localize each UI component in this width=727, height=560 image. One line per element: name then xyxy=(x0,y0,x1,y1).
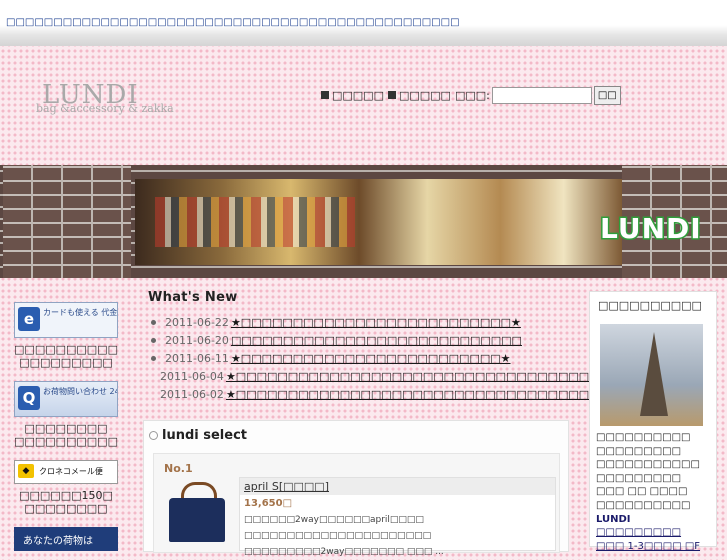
news-item: 2011-06-02 ★□□□□□□□□□□□□□□□□□□□□□□□□□□□□… xyxy=(151,385,641,403)
search-input[interactable] xyxy=(491,86,592,104)
news-item: 2011-06-04 ★□□□□□□□□□□□□□□□□□□□□□□□□□□□□… xyxy=(151,367,693,385)
header-nav: □□□□□ □□□□□ □□□: □□ xyxy=(321,85,621,105)
main-content: What's New 2011-06-22 ★□□□□□□□□□□□□□□□□□… xyxy=(143,290,693,557)
lundi-select-title: lundi select xyxy=(162,428,248,443)
bullet-icon xyxy=(151,319,156,325)
header-link-1[interactable]: □□□□□ xyxy=(332,89,384,102)
shop-info-line: □□□□□□□□□□□ xyxy=(596,459,700,471)
right-sidebar-title: □□□□□□□□□□ xyxy=(598,299,702,312)
shop-interior-photo xyxy=(135,179,622,265)
parcel-banner[interactable]: あなたの荷物は xyxy=(14,527,118,551)
banner-logo: LUNDI xyxy=(599,211,703,247)
news-link[interactable]: □□□□□□□□□□□□□□□□□□□□□□□□□□□□ xyxy=(231,334,522,347)
shop-info-line: □□□□□□□□□□ xyxy=(596,499,691,511)
caption-line: □□□□□□□□ xyxy=(24,422,108,435)
eiffel-tower-photo xyxy=(600,324,703,426)
shop-address-link[interactable]: □□□ 1-3□□□□ □F xyxy=(596,540,712,554)
circle-bullet-icon xyxy=(149,431,158,440)
lundi-select-heading: lundi select xyxy=(149,428,247,443)
shop-info-line: □□□□□□□□□□ xyxy=(596,432,691,443)
site-logo[interactable]: LUNDI bag &accessory & zakka xyxy=(36,80,174,120)
news-link[interactable]: ★□□□□□□□□□□□□□□□□□□□□□□□□□□□□□□□□□□□□□□★ xyxy=(226,388,641,401)
caption-line: □□□□□□□□□□ xyxy=(14,343,118,356)
kuroneko-mail-banner[interactable]: ◆ クロネコメール便 xyxy=(14,460,118,484)
left-sidebar: e カードも使える 代金引換サービス e-コレクト □□□□□□□□□□ □□□… xyxy=(14,302,118,551)
top-bar: □□□□□□□□□□□□□□□□□□□□□□□□□□□□□□□□□□□□□□□□… xyxy=(0,0,727,46)
news-date: 2011-06-04 xyxy=(160,369,224,383)
sidebar-caption: □□□□□□□□□□ □□□□□□□□□ xyxy=(14,343,118,369)
shop-brand: LUNDI xyxy=(596,513,631,525)
square-bullet-icon xyxy=(387,91,396,99)
news-date: 2011-06-11 xyxy=(165,351,229,365)
product-name-bar: april S[□□□□] xyxy=(240,478,555,495)
square-bullet-icon xyxy=(321,91,329,99)
news-link[interactable]: ★□□□□□□□□□□□□□□□□□□□□□□□□□□★ xyxy=(231,316,521,329)
tracking-service-banner[interactable]: Q お荷物問い合わせ 24時間サービス xyxy=(14,381,118,417)
product-info: april S[□□□□] 13,650□ □□□□□□2way□□□□□□ap… xyxy=(239,477,556,557)
caption-line: □□□□□□150□ xyxy=(19,489,113,502)
magnifier-icon: Q xyxy=(18,386,40,410)
caption-line: □□□□□□□□ xyxy=(24,502,108,515)
cat-logo-icon: ◆ xyxy=(18,464,34,478)
shop-info-line: □□□ □□ □□□□ xyxy=(596,486,688,498)
eiffel-tower-shape xyxy=(640,332,668,416)
product-name-link[interactable]: april S[□□□□] xyxy=(244,480,329,493)
shop-link[interactable]: □□□□□□□□□ xyxy=(596,526,712,540)
logo-sub-text: bag &accessory & zakka xyxy=(36,102,174,115)
shop-info-line: □□□□□□□□□ xyxy=(596,472,682,484)
whats-new-title: What's New xyxy=(148,290,238,305)
ad-text: カードも使える 代金引換サービス e-コレクト xyxy=(43,308,118,317)
news-item: 2011-06-20 □□□□□□□□□□□□□□□□□□□□□□□□□□□□ xyxy=(151,331,567,349)
news-item: 2011-06-22 ★□□□□□□□□□□□□□□□□□□□□□□□□□□★ xyxy=(151,313,567,331)
search-button[interactable]: □□ xyxy=(593,85,621,105)
caption-line: □□□□□□□□□ xyxy=(19,356,113,369)
caption-line: □□□□□□□□□□ xyxy=(14,435,118,448)
ecollect-banner[interactable]: e カードも使える 代金引換サービス e-コレクト xyxy=(14,302,118,338)
sidebar-caption: □□□□□□150□ □□□□□□□□ xyxy=(14,489,118,515)
shop-info-line: □□□□□□□□□ xyxy=(596,445,682,457)
brick-wall-left xyxy=(3,165,131,278)
product-description: □□□□□□2way□□□□□□april□□□□ □□□□□□□□□□□□□□… xyxy=(244,515,444,557)
header-link-2[interactable]: □□□□□ xyxy=(399,89,451,102)
product-thumbnail[interactable] xyxy=(165,482,231,542)
sidebar-caption: □□□□□□□□ □□□□□□□□□□ xyxy=(14,422,118,448)
news-list: 2011-06-22 ★□□□□□□□□□□□□□□□□□□□□□□□□□□★ … xyxy=(143,313,693,403)
product-price: 13,650□ xyxy=(244,498,293,509)
ad-text: お荷物問い合わせ 24時間サービス xyxy=(43,387,117,396)
bag-body-shape xyxy=(169,498,225,542)
ad-text: クロネコメール便 xyxy=(39,467,103,476)
shop-info: □□□□□□□□□□ □□□□□□□□□ □□□□□□□□□□□ □□□□□□□… xyxy=(596,431,712,553)
rank-label: No.1 xyxy=(164,462,193,475)
search-label: □□□: xyxy=(454,88,490,102)
right-sidebar: □□□□□□□□□□ □□□□□□□□□□ □□□□□□□□□ □□□□□□□□… xyxy=(589,291,717,552)
bullet-icon xyxy=(151,337,156,343)
news-date: 2011-06-02 xyxy=(160,387,224,401)
top-message: □□□□□□□□□□□□□□□□□□□□□□□□□□□□□□□□□□□□□□□□… xyxy=(6,17,460,28)
news-date: 2011-06-22 xyxy=(165,315,229,329)
news-item: 2011-06-11 ★□□□□□□□□□□□□□□□□□□□□□□□□□★ xyxy=(151,349,567,367)
news-date: 2011-06-20 xyxy=(165,333,229,347)
ranking-item: No.1 april S[□□□□] 13,650□ □□□□□□2way□□□… xyxy=(153,453,560,557)
bullet-icon xyxy=(151,355,156,361)
ecollect-icon: e xyxy=(18,307,40,331)
lundi-select-panel: lundi select No.1 april S[□□□□] 13,650□ … xyxy=(143,420,569,557)
news-link[interactable]: ★□□□□□□□□□□□□□□□□□□□□□□□□□★ xyxy=(231,352,511,365)
